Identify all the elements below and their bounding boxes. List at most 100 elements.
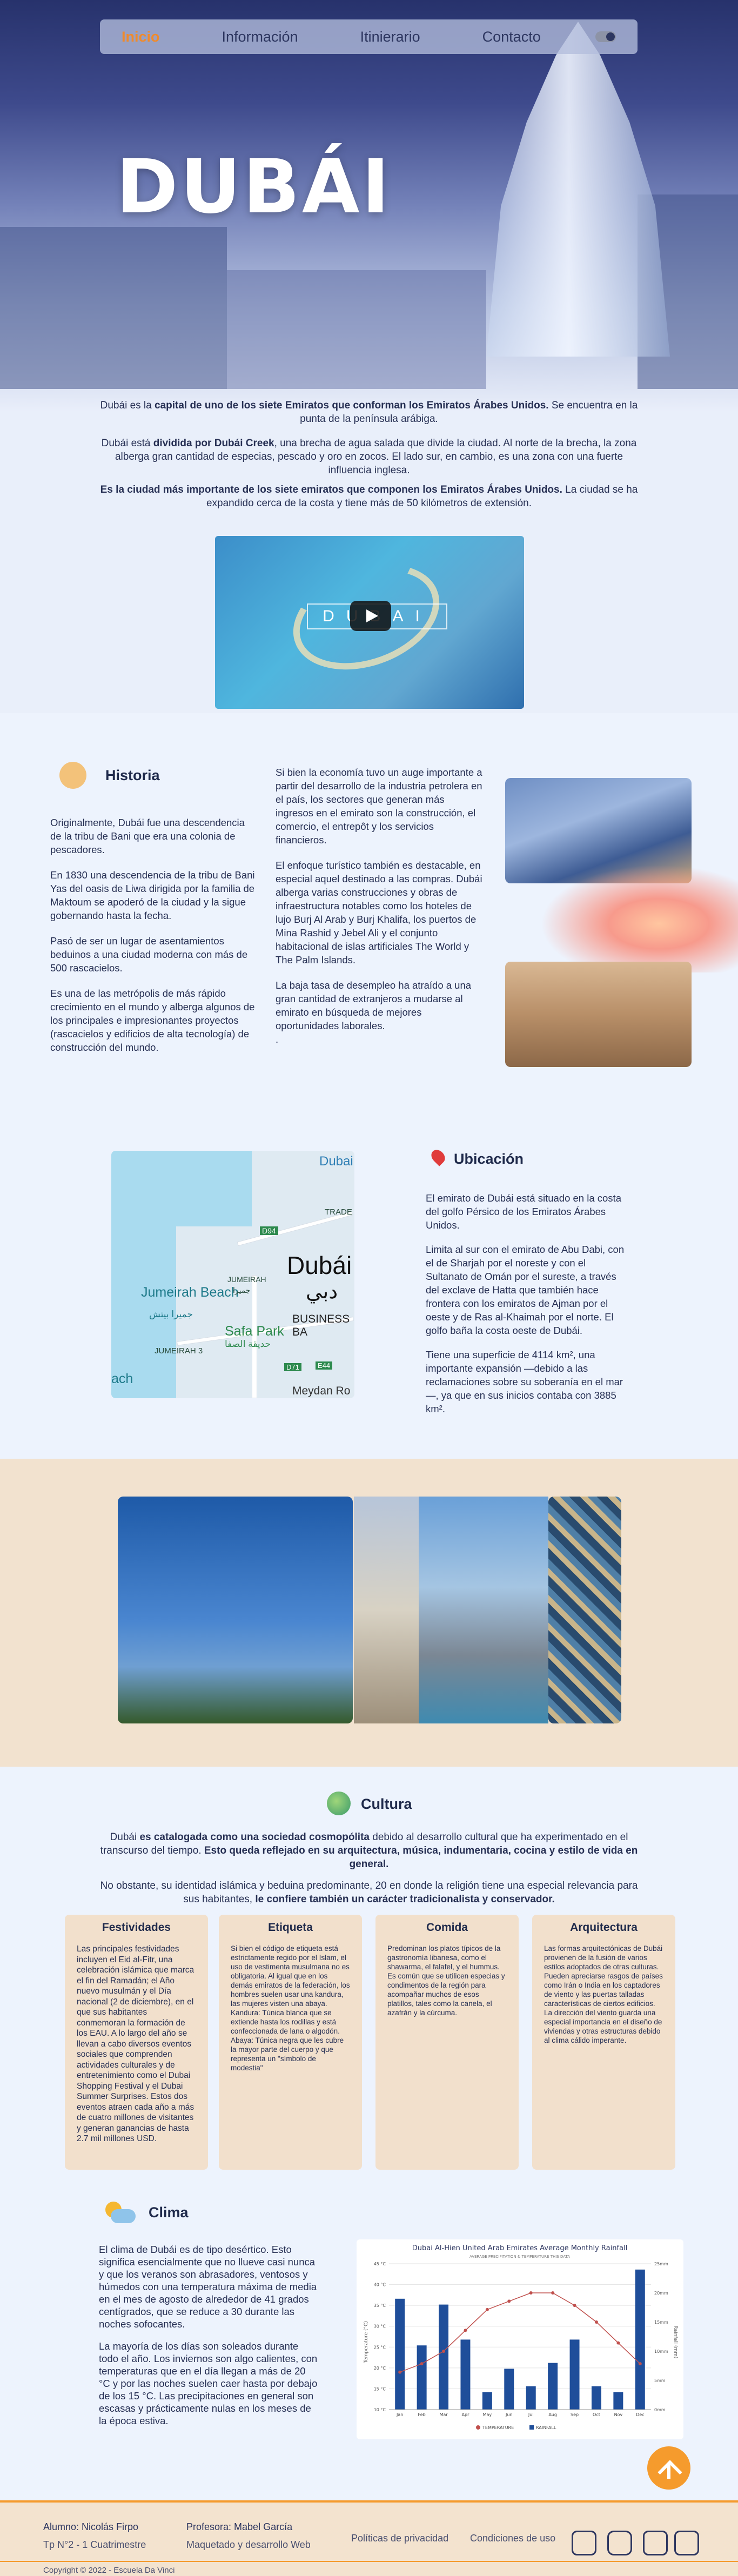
chart-y2-tick: 15mm xyxy=(654,2320,668,2325)
map-embed[interactable]: Dubai D94 TRADE Jumeirah Beach جميرا بيت… xyxy=(111,1151,354,1398)
chart-x-tick: Nov xyxy=(614,2412,623,2417)
text-bold: es catalogada como una sociedad cosmopól… xyxy=(139,1832,370,1843)
mosque-photo xyxy=(354,1497,419,1723)
footer-profesora: Profesora: Mabel García xyxy=(186,2521,293,2532)
page-title: DUBÁI xyxy=(116,143,392,230)
old-dubai-image xyxy=(505,962,692,1067)
map-label: جميرا xyxy=(233,1286,251,1294)
chart-point xyxy=(464,2329,467,2332)
footer-maquetado: Maquetado y desarrollo Web xyxy=(186,2539,311,2550)
paragraph: . xyxy=(276,1034,279,1045)
chart-x-tick: May xyxy=(483,2412,492,2417)
legend-rainfall-label: RAINFALL xyxy=(536,2425,556,2430)
play-button-icon[interactable] xyxy=(350,601,391,631)
chart-point xyxy=(398,2370,402,2374)
card-text: Si bien el código de etiqueta está estri… xyxy=(231,1944,350,2072)
nav-contacto[interactable]: Contacto xyxy=(482,29,541,45)
chart-y-tick: 25 °C xyxy=(374,2345,386,2350)
chart-point xyxy=(594,2320,598,2324)
chart-bar xyxy=(439,2304,449,2410)
map-label: Dubái xyxy=(287,1251,352,1279)
mosaic-photo xyxy=(548,1497,621,1723)
nav-informacion[interactable]: Información xyxy=(222,29,298,45)
chart-x-tick: Sep xyxy=(571,2412,579,2417)
paragraph: Tiene una superficie de 4114 km², una im… xyxy=(426,1349,623,1414)
chart-x-tick: Feb xyxy=(418,2412,426,2417)
chart-x-tick: Jul xyxy=(528,2412,534,2417)
ubicacion-text: El emirato de Dubái está situado en la c… xyxy=(426,1191,626,1416)
globe-icon xyxy=(327,1792,351,1815)
video-player[interactable]: DUBAI xyxy=(215,536,524,709)
chart-bar xyxy=(395,2298,405,2410)
map-label: دبي xyxy=(306,1280,338,1303)
map-label: TRADE xyxy=(325,1208,352,1217)
nav-itinerario[interactable]: Itinierario xyxy=(360,29,420,45)
ubicacion-title: Ubicación xyxy=(454,1151,524,1167)
theme-toggle[interactable] xyxy=(595,31,616,42)
footer: Alumno: Nicolás Firpo Tp N°2 - 1 Cuatrim… xyxy=(0,2500,738,2576)
text: Dubái xyxy=(110,1832,140,1843)
back-to-top-button[interactable] xyxy=(647,2446,690,2490)
card-arquitectura: Arquitectura Las formas arquitectónicas … xyxy=(532,1915,675,2170)
chart-x-tick: Jun xyxy=(505,2412,513,2417)
chart-bar xyxy=(635,2269,645,2410)
card-comida: Comida Predominan los platos típicos de … xyxy=(375,1915,519,2170)
map-label: جميرا بيتش xyxy=(149,1309,193,1319)
card-etiqueta: Etiqueta Si bien el código de etiqueta e… xyxy=(219,1915,362,2170)
chart-point xyxy=(485,2307,489,2311)
weather-icon xyxy=(105,2202,137,2224)
map-label: Dubai xyxy=(319,1154,353,1169)
clima-text: El clima de Dubái es de tipo desértico. … xyxy=(99,2243,318,2427)
card-text: Predominan los platos típicos de la gast… xyxy=(387,1944,505,2017)
terms-link[interactable]: Condiciones de uso xyxy=(470,2533,555,2544)
chart-bar xyxy=(504,2369,514,2410)
facebook-icon[interactable] xyxy=(674,2531,699,2555)
sunset-glow-image xyxy=(540,864,738,972)
burj-al-arab-image xyxy=(486,22,670,357)
downtown-photo xyxy=(419,1497,548,1723)
chart-x-tick: Oct xyxy=(593,2412,600,2417)
text-bold: Esto queda reflejado en su arquitectura,… xyxy=(204,1845,638,1870)
privacy-link[interactable]: Políticas de privacidad xyxy=(351,2533,448,2544)
footer-curso: Tp N°2 - 1 Cuatrimestre xyxy=(43,2539,146,2550)
chart-point xyxy=(420,2362,424,2366)
chart-bar xyxy=(417,2345,427,2410)
climate-chart: Dubai Al-Hien United Arab Emirates Avera… xyxy=(357,2239,683,2439)
map-label: D71 xyxy=(284,1363,301,1371)
cultura-paragraph-1: Dubái es catalogada como una sociedad co… xyxy=(99,1830,639,1871)
paragraph: La baja tasa de desempleo ha atraído a u… xyxy=(276,980,472,1031)
map-label: BUSINESS BA xyxy=(292,1313,350,1338)
chart-bar xyxy=(482,2392,492,2410)
clima-title: Clima xyxy=(149,2204,189,2221)
chart-x-tick: Jan xyxy=(396,2412,403,2417)
youtube-icon[interactable] xyxy=(572,2531,596,2555)
map-label: E44 xyxy=(316,1361,333,1370)
instagram-icon[interactable] xyxy=(607,2531,632,2555)
nav-inicio[interactable]: Inicio xyxy=(122,29,160,45)
card-title: Arquitectura xyxy=(570,1921,638,1934)
map-label: Jumeirah Beach xyxy=(141,1285,239,1300)
chart-y-tick: 40 °C xyxy=(374,2283,386,2287)
twitter-icon[interactable] xyxy=(643,2531,668,2555)
text-bold: le confiere también un carácter tradicio… xyxy=(255,1894,555,1905)
chart-y-tick: 35 °C xyxy=(374,2303,386,2308)
historia-left-text: Originalmente, Dubái fue una descendenci… xyxy=(50,816,258,1054)
chart-bar xyxy=(569,2339,580,2410)
footer-alumno: Alumno: Nicolás Firpo xyxy=(43,2521,139,2532)
city-skyline xyxy=(0,227,227,389)
text-bold: Es la ciudad más importante de los siete… xyxy=(100,484,562,495)
map-label: ach xyxy=(111,1371,133,1386)
chart-y2label: Rainfall (mm) xyxy=(673,2326,678,2359)
card-title: Etiqueta xyxy=(268,1921,313,1934)
paragraph: Pasó de ser un lugar de asentamientos be… xyxy=(50,935,248,974)
chart-y2-tick: 25mm xyxy=(654,2262,668,2266)
chart-bar xyxy=(460,2339,471,2410)
intro-paragraph-3: Es la ciudad más importante de los siete… xyxy=(95,483,643,510)
cultura-title: Cultura xyxy=(361,1796,412,1812)
chart-temperature-line xyxy=(399,2292,641,2373)
map-label: JUMEIRAH 3 xyxy=(155,1346,203,1356)
chart-y2-tick: 20mm xyxy=(654,2291,668,2296)
chart-y-tick: 10 °C xyxy=(374,2407,386,2412)
chart-bar xyxy=(526,2386,536,2410)
chart-point xyxy=(529,2291,533,2295)
